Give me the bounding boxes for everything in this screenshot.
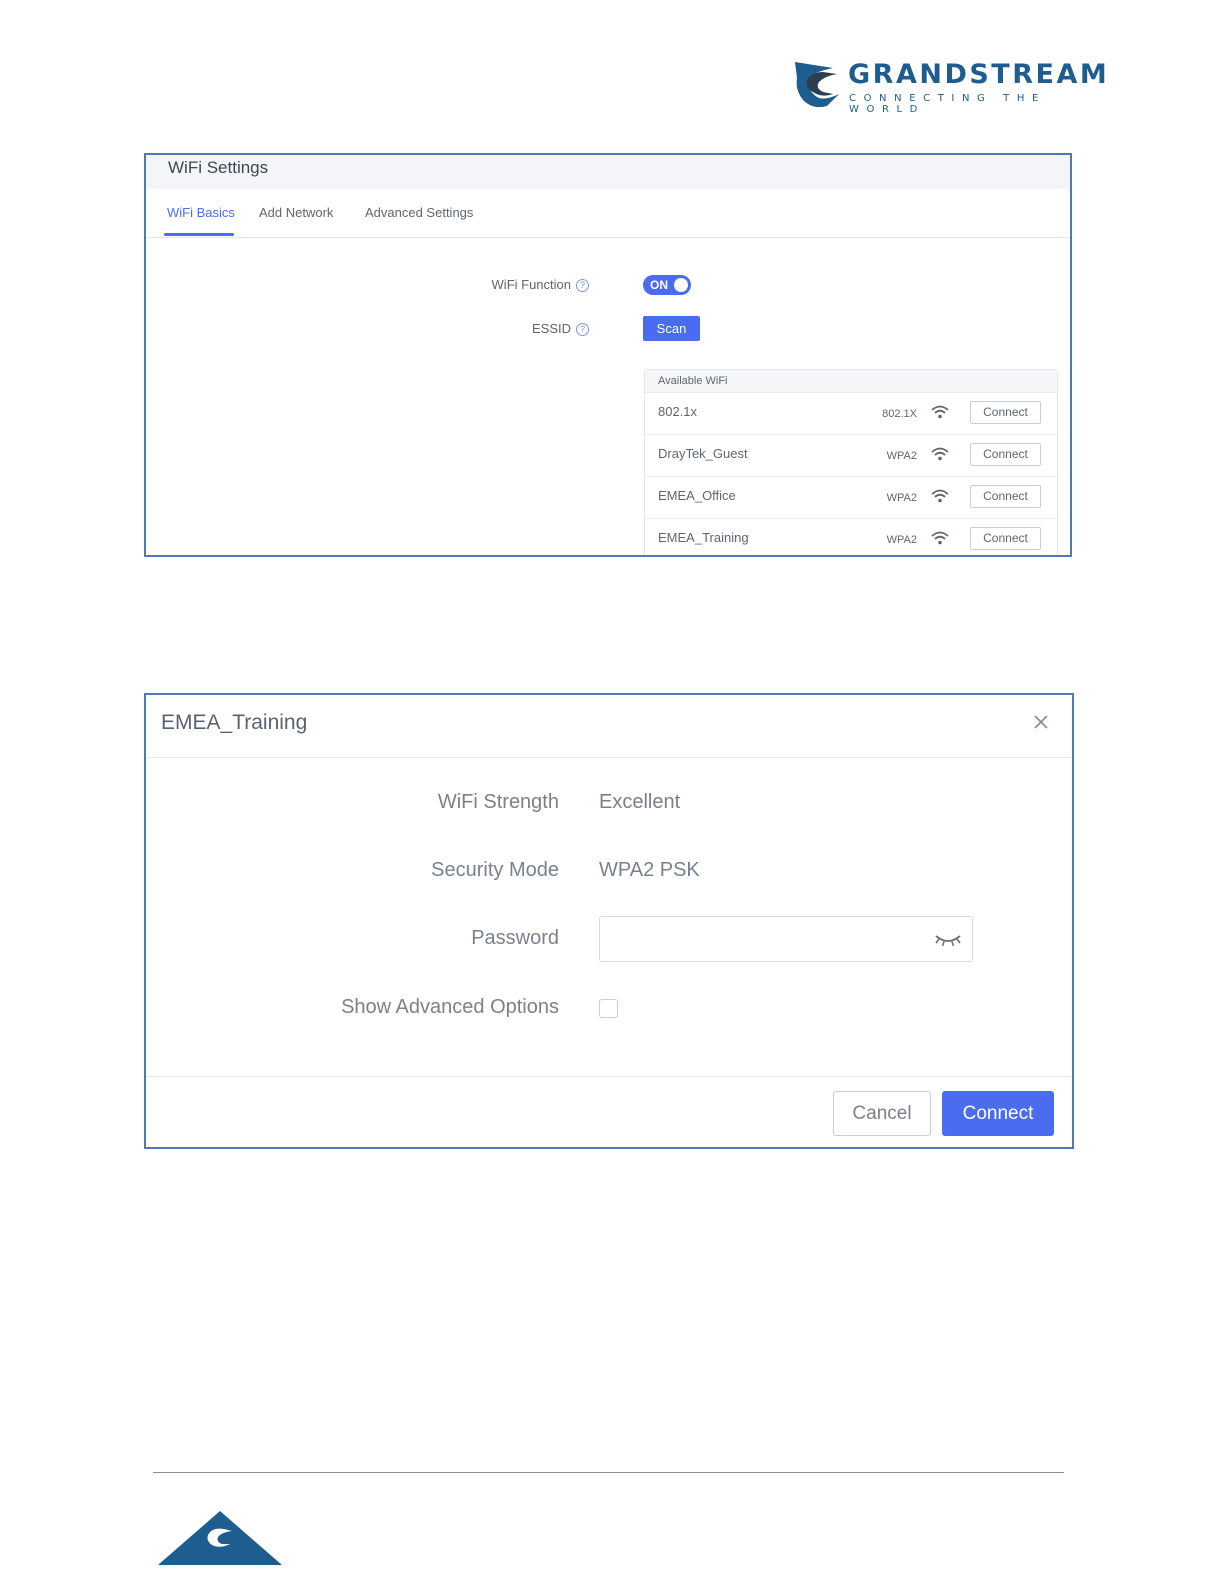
grandstream-logo: GRANDSTREAM CONNECTING THE WORLD [793, 58, 1123, 115]
connect-button[interactable]: Connect [970, 485, 1041, 508]
show-advanced-checkbox[interactable] [599, 999, 618, 1018]
wifi-strength-value: Excellent [599, 791, 681, 813]
tab-wifi-basics[interactable]: WiFi Basics [167, 205, 235, 220]
brand-tagline: CONNECTING THE WORLD [849, 93, 1046, 115]
active-tab-indicator [164, 233, 234, 236]
cancel-button[interactable]: Cancel [833, 1091, 931, 1136]
security-mode-value: WPA2 PSK [599, 859, 700, 881]
help-icon[interactable]: ? [576, 279, 589, 292]
connect-button[interactable]: Connect [970, 401, 1041, 424]
grandstream-footer-logo-icon [158, 1511, 282, 1565]
grandstream-logo-icon [795, 62, 839, 108]
essid-field: ESSID? [532, 321, 589, 336]
wifi-name: EMEA_Training [658, 530, 749, 545]
toggle-state: ON [650, 278, 668, 292]
dialog-title: EMEA_Training [161, 711, 308, 734]
wifi-name: DrayTek_Guest [658, 446, 748, 461]
available-wifi-header: Available WiFi [645, 370, 1057, 393]
password-label: Password [471, 927, 559, 949]
wifi-function-label: WiFi Function [491, 277, 571, 292]
help-icon[interactable]: ? [576, 323, 589, 336]
footer-divider [153, 1472, 1064, 1473]
eye-closed-icon[interactable] [934, 929, 962, 949]
wifi-signal-icon [931, 531, 949, 545]
wifi-signal-icon [931, 447, 949, 461]
wifi-function-toggle[interactable]: ON [643, 275, 691, 295]
scan-button[interactable]: Scan [643, 316, 700, 341]
wifi-settings-panel: WiFi Settings WiFi Basics Add Network Ad… [144, 153, 1072, 557]
available-wifi-list: Available WiFi 802.1x 802.1X Connect Dra… [644, 369, 1058, 555]
wifi-security: WPA2 [886, 534, 917, 546]
tab-add-network[interactable]: Add Network [259, 205, 333, 220]
essid-label: ESSID [531, 321, 571, 336]
dialog-footer-divider [146, 1076, 1072, 1077]
wifi-row: 802.1x 802.1X Connect [645, 393, 1057, 435]
tab-bar: WiFi Basics Add Network Advanced Setting… [146, 189, 1070, 238]
dialog-header: EMEA_Training [146, 695, 1072, 758]
connect-dialog: EMEA_Training WiFi Strength Excellent Se… [144, 693, 1074, 1149]
page-title: WiFi Settings [168, 158, 269, 177]
brand-name: GRANDSTREAM [848, 59, 1110, 90]
wifi-security: WPA2 [886, 492, 917, 504]
wifi-name: 802.1x [658, 404, 698, 419]
wifi-function-field: WiFi Function? [492, 277, 589, 292]
wifi-strength-label: WiFi Strength [437, 791, 559, 813]
wifi-signal-icon [931, 405, 949, 419]
connect-button[interactable]: Connect [970, 527, 1041, 550]
close-icon[interactable] [1032, 713, 1050, 731]
wifi-row: DrayTek_Guest WPA2 Connect [645, 435, 1057, 477]
password-field[interactable] [599, 916, 973, 962]
title-bar: WiFi Settings [146, 155, 1070, 189]
security-mode-label: Security Mode [431, 859, 559, 881]
wifi-security: 802.1X [882, 408, 917, 420]
wifi-name: EMEA_Office [658, 488, 736, 503]
wifi-row: EMEA_Training WPA2 Connect [645, 519, 1057, 555]
connect-button[interactable]: Connect [942, 1091, 1054, 1136]
tab-advanced-settings[interactable]: Advanced Settings [365, 205, 473, 220]
wifi-security: WPA2 [886, 450, 917, 462]
toggle-knob [674, 278, 688, 292]
connect-button[interactable]: Connect [970, 443, 1041, 466]
wifi-row: EMEA_Office WPA2 Connect [645, 477, 1057, 519]
wifi-signal-icon [931, 489, 949, 503]
show-advanced-label: Show Advanced Options [341, 996, 559, 1018]
